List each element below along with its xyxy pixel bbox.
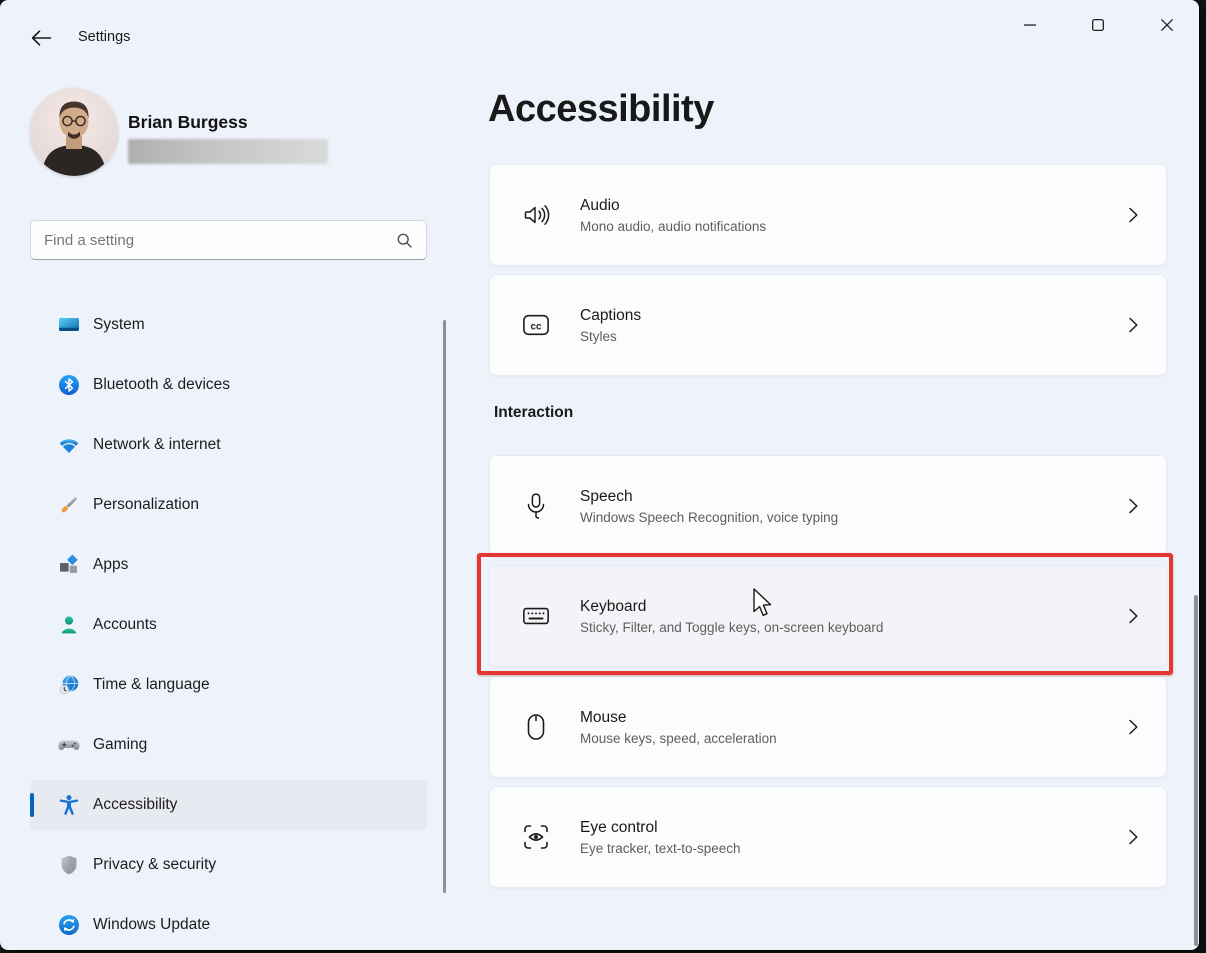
sidebar-item-label: Network & internet — [93, 436, 221, 454]
apps-icon — [57, 553, 81, 577]
personalization-icon — [57, 493, 81, 517]
gaming-icon — [57, 733, 81, 757]
sidebar-item-label: Apps — [93, 556, 128, 574]
titlebar: Settings — [0, 0, 1199, 56]
maximize-button[interactable] — [1075, 6, 1121, 44]
settings-window: Settings — [0, 0, 1199, 950]
back-button[interactable] — [24, 22, 58, 54]
keyboard-icon — [522, 602, 550, 630]
close-icon — [1161, 19, 1173, 31]
card-subtitle: Eye tracker, text-to-speech — [580, 841, 741, 856]
sidebar-item-label: Accessibility — [93, 796, 177, 814]
chevron-right-icon — [1126, 828, 1140, 846]
redacted-email — [128, 139, 328, 164]
profile-name: Brian Burgess — [128, 112, 248, 133]
card-title: Eye control — [580, 819, 741, 837]
minimize-button[interactable] — [1007, 6, 1053, 44]
card-subtitle: Sticky, Filter, and Toggle keys, on-scre… — [580, 620, 883, 635]
card-title: Captions — [580, 307, 641, 325]
card-captions[interactable]: cc Captions Styles — [489, 274, 1167, 376]
sidebar-item-label: Accounts — [93, 616, 157, 634]
sidebar-item-system[interactable]: System — [30, 300, 427, 350]
sidebar-item-privacy[interactable]: Privacy & security — [30, 840, 427, 890]
sidebar-item-time-language[interactable]: Time & language — [30, 660, 427, 710]
captions-icon: cc — [522, 311, 550, 339]
sidebar-item-bluetooth[interactable]: Bluetooth & devices — [30, 360, 427, 410]
chevron-right-icon — [1126, 718, 1140, 736]
card-subtitle: Windows Speech Recognition, voice typing — [580, 510, 838, 525]
sidebar-item-gaming[interactable]: Gaming — [30, 720, 427, 770]
windows-update-icon — [57, 913, 81, 937]
speaker-icon — [522, 201, 550, 229]
sidebar-item-network[interactable]: Network & internet — [30, 420, 427, 470]
system-icon — [57, 313, 81, 337]
chevron-right-icon — [1126, 316, 1140, 334]
sidebar-item-windows-update[interactable]: Windows Update — [30, 900, 427, 950]
minimize-icon — [1024, 19, 1036, 31]
mouse-icon — [522, 713, 550, 741]
close-button[interactable] — [1144, 6, 1190, 44]
card-eye-control[interactable]: Eye control Eye tracker, text-to-speech — [489, 786, 1167, 888]
back-arrow-icon — [31, 29, 52, 47]
card-mouse[interactable]: Mouse Mouse keys, speed, acceleration — [489, 676, 1167, 778]
chevron-right-icon — [1126, 206, 1140, 224]
sidebar-item-personalization[interactable]: Personalization — [30, 480, 427, 530]
sidebar-item-accounts[interactable]: Accounts — [30, 600, 427, 650]
card-subtitle: Styles — [580, 329, 641, 344]
section-header-interaction: Interaction — [494, 404, 573, 422]
chevron-right-icon — [1126, 497, 1140, 515]
sidebar-item-label: Privacy & security — [93, 856, 216, 874]
avatar[interactable] — [30, 88, 118, 176]
sidebar-item-label: Gaming — [93, 736, 147, 754]
search-icon[interactable] — [397, 233, 412, 248]
maximize-icon — [1092, 19, 1104, 31]
bluetooth-icon — [57, 373, 81, 397]
card-keyboard[interactable]: Keyboard Sticky, Filter, and Toggle keys… — [489, 565, 1167, 667]
card-title: Speech — [580, 488, 838, 506]
search-box — [30, 220, 427, 260]
card-subtitle: Mouse keys, speed, acceleration — [580, 731, 777, 746]
page-title: Accessibility — [488, 88, 714, 131]
card-audio[interactable]: Audio Mono audio, audio notifications — [489, 164, 1167, 266]
sidebar-item-label: Time & language — [93, 676, 210, 694]
app-title: Settings — [78, 29, 130, 45]
time-language-icon — [57, 673, 81, 697]
card-title: Mouse — [580, 709, 777, 727]
card-subtitle: Mono audio, audio notifications — [580, 219, 766, 234]
sidebar-item-label: Bluetooth & devices — [93, 376, 230, 394]
sidebar-nav: System Bluetooth & devices Network & int… — [30, 300, 427, 950]
search-input[interactable] — [31, 232, 397, 249]
sidebar-item-apps[interactable]: Apps — [30, 540, 427, 590]
accessibility-icon — [57, 793, 81, 817]
main-scrollbar[interactable] — [1194, 595, 1198, 946]
card-title: Audio — [580, 197, 766, 215]
card-speech[interactable]: Speech Windows Speech Recognition, voice… — [489, 455, 1167, 557]
accounts-icon — [57, 613, 81, 637]
sidebar-item-label: Personalization — [93, 496, 199, 514]
sidebar-scrollbar[interactable] — [443, 320, 446, 893]
sidebar-item-label: System — [93, 316, 145, 334]
svg-text:cc: cc — [531, 321, 542, 332]
card-title: Keyboard — [580, 598, 883, 616]
microphone-icon — [522, 492, 550, 520]
sidebar-item-label: Windows Update — [93, 916, 210, 934]
chevron-right-icon — [1126, 607, 1140, 625]
sidebar-item-accessibility[interactable]: Accessibility — [30, 780, 427, 830]
privacy-icon — [57, 853, 81, 877]
eye-control-icon — [522, 823, 550, 851]
network-icon — [57, 433, 81, 457]
